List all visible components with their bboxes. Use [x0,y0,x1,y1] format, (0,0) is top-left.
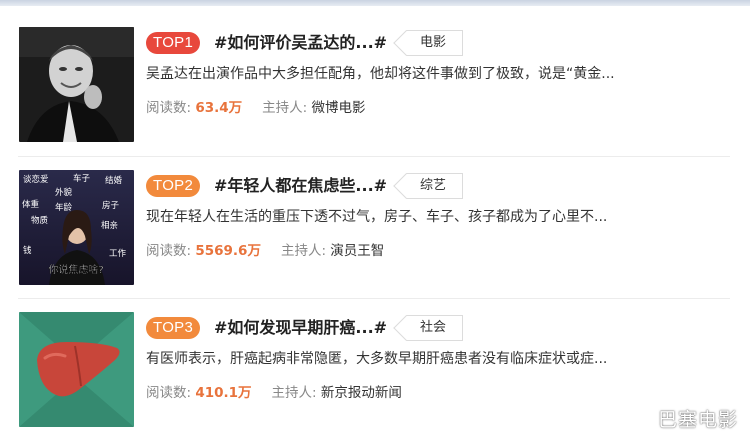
liver-illustration [19,312,134,427]
top-strip [0,0,750,6]
thumb-word: 结婚 [105,175,123,186]
thumb-word: 车子 [73,173,91,184]
thumb-word: 谈恋爱 [23,174,49,185]
host-name[interactable]: 新京报动新闻 [321,385,402,401]
topic-meta: 阅读数: 5569.6万 主持人: 演员王智 [146,240,384,262]
thumb-word: 体重 [22,199,40,210]
topic-meta: 阅读数: 410.1万 主持人: 新京报动新闻 [146,382,402,404]
read-count: 5569.6万 [195,243,261,259]
thumb-word: 钱 [23,245,32,256]
thumb-word: 物质 [31,215,49,226]
topic-thumbnail[interactable] [19,312,134,427]
topic-thumbnail[interactable]: 谈恋爱 车子 结婚 外貌 体重 年龄 房子 物质 相亲 钱 工作 你说焦虑啥? [19,170,134,285]
read-count-label: 阅读数: [146,385,196,401]
read-count-label: 阅读数: [146,243,196,259]
portrait-photo [19,27,134,142]
topic-thumbnail[interactable] [19,27,134,142]
topic-title[interactable]: #如何发现早期肝癌...# [214,316,387,340]
read-count: 63.4万 [195,100,243,116]
topic-item[interactable]: 谈恋爱 车子 结婚 外貌 体重 年龄 房子 物质 相亲 钱 工作 你说焦虑啥? … [0,165,750,295]
topic-description: 有医师表示，肝癌起病非常隐匿，大多数早期肝癌患者没有临床症状或症... [146,351,608,367]
topic-title[interactable]: #年轻人都在焦虑些...# [214,174,387,198]
topic-title[interactable]: #如何评价吴孟达的...# [214,31,387,55]
topic-description: 吴孟达在出演作品中大多担任配角，他却将这件事做到了极致，说是“黄金... [146,66,615,82]
thumb-word: 相亲 [101,220,118,231]
rank-badge: TOP1 [146,32,201,54]
host-label: 主持人: [271,385,321,401]
thumb-word: 年龄 [55,202,73,213]
read-count-label: 阅读数: [146,100,196,116]
host-label: 主持人: [262,100,312,116]
host-name[interactable]: 演员王智 [330,243,384,259]
category-tag[interactable]: 社会 [406,315,464,341]
read-count: 410.1万 [195,385,252,401]
divider [18,298,730,299]
watermark: 巴塞电影 [657,409,738,431]
talk-show-photo: 谈恋爱 车子 结婚 外貌 体重 年龄 房子 物质 相亲 钱 工作 你说焦虑啥? [19,170,134,285]
topic-meta: 阅读数: 63.4万 主持人: 微博电影 [146,97,366,119]
category-tag[interactable]: 综艺 [406,173,464,199]
category-tag[interactable]: 电影 [406,30,464,56]
divider [18,156,730,157]
topic-description: 现在年轻人在生活的重压下透不过气，房子、车子、孩子都成为了心里不... [146,209,608,225]
host-label: 主持人: [280,243,331,259]
thumb-caption: 你说焦虑啥? [48,263,103,276]
topic-item[interactable]: TOP3 #如何发现早期肝癌...# 社会 有医师表示，肝癌起病非常隐匿，大多数… [0,307,750,437]
rank-badge: TOP2 [146,175,201,197]
rank-badge: TOP3 [146,317,201,339]
topic-item[interactable]: TOP1 #如何评价吴孟达的...# 电影 吴孟达在出演作品中大多担任配角，他却… [0,22,750,152]
thumb-word: 房子 [102,200,120,211]
thumb-word: 外貌 [55,187,73,198]
host-name[interactable]: 微博电影 [312,100,366,116]
thumb-word: 工作 [109,248,127,259]
